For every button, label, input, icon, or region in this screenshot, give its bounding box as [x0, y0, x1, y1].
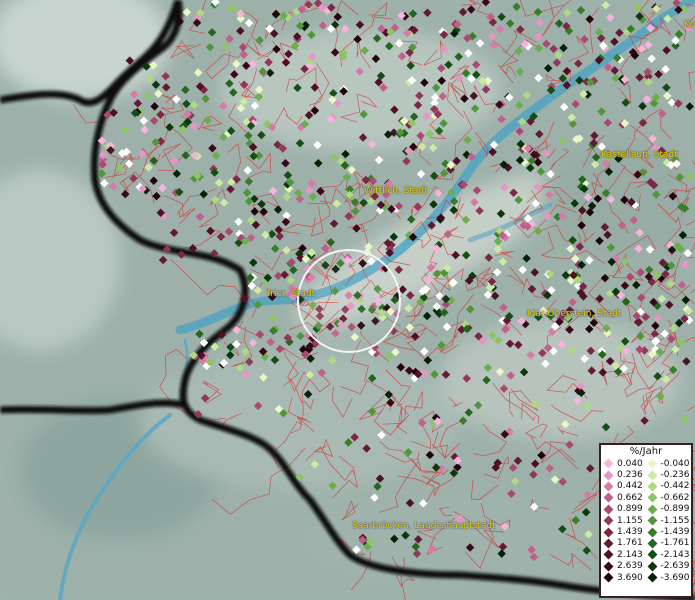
legend-label: -3.690	[660, 572, 690, 583]
legend-row: 3.690	[603, 572, 648, 583]
legend-label: -0.442	[660, 481, 690, 492]
legend-row: -0.040	[647, 458, 692, 469]
legend-label: 2.639	[617, 561, 643, 572]
legend-row: 1.155	[603, 515, 648, 526]
legend-row: -1.761	[647, 538, 692, 549]
legend-swatch	[647, 504, 657, 515]
legend-swatch	[647, 527, 657, 537]
map-view[interactable]: Wittlich, Stadt Trier, Stadt Idar-Oberst…	[0, 0, 695, 600]
legend-row: 0.442	[603, 481, 648, 492]
legend-row: -0.236	[647, 469, 692, 481]
legend-row: 0.236	[603, 469, 648, 481]
legend-swatch	[647, 470, 657, 481]
legend-row: -2.639	[647, 561, 692, 572]
legend-row: 2.143	[603, 549, 648, 560]
legend-swatch	[647, 515, 657, 526]
legend-swatch	[603, 458, 614, 469]
legend-label: -2.639	[660, 561, 690, 572]
legend-row: 1.439	[603, 526, 648, 538]
legend-label: 1.155	[617, 515, 643, 526]
legend-label: 0.236	[617, 470, 643, 481]
legend-label: -2.143	[660, 549, 690, 560]
legend-label: -1.155	[660, 515, 690, 526]
city-label-koblenz: Ko	[684, 20, 695, 30]
legend-row: 0.040	[603, 458, 648, 469]
legend-swatch	[603, 515, 614, 526]
city-label-saarbruecken: Saarbrücken, Landeshauptstadt	[352, 521, 496, 531]
legend-label: -0.899	[660, 504, 690, 515]
legend-swatch	[603, 549, 614, 560]
city-label-kastellaun: Kastellaun, Stadt	[601, 150, 678, 160]
legend-swatch	[647, 538, 657, 549]
legend-row: -2.143	[647, 549, 692, 560]
legend-row: 2.639	[603, 561, 648, 572]
legend-swatch	[647, 572, 657, 583]
selection-circle[interactable]	[297, 249, 401, 353]
legend-positive-column: 0.040 0.236 0.442 0.662 0.899 1.155 1.439 1.761…	[603, 458, 648, 583]
legend-row: -0.442	[647, 481, 692, 492]
legend-swatch	[647, 561, 657, 572]
legend-swatch	[647, 549, 657, 560]
legend-label: -1.439	[660, 527, 690, 538]
legend-row: -0.662	[647, 492, 692, 503]
legend-title: %/Jahr	[629, 446, 663, 457]
city-label-idar-oberstein: Idar-Oberstein, Stadt	[527, 309, 622, 319]
legend-label: 1.439	[617, 527, 643, 538]
legend-label: 2.143	[617, 549, 643, 560]
legend-swatch	[647, 492, 657, 503]
legend-row: 0.899	[603, 504, 648, 515]
legend-label: -1.761	[660, 538, 690, 549]
legend-row: -1.155	[647, 515, 692, 526]
legend-label: 0.040	[617, 458, 643, 469]
legend-swatch	[647, 481, 657, 492]
map-base-layer	[0, 0, 695, 600]
legend-swatch	[603, 504, 614, 515]
legend-label: 0.442	[617, 481, 643, 492]
legend-swatch	[603, 492, 614, 503]
legend-swatch	[603, 538, 614, 549]
legend-row: 1.761	[603, 538, 648, 549]
legend-label: 0.662	[617, 492, 643, 503]
legend-row: -1.439	[647, 526, 692, 538]
legend-row: 0.662	[603, 492, 648, 503]
legend-swatch	[603, 470, 614, 481]
legend-swatch	[603, 572, 614, 583]
legend-swatch	[603, 561, 614, 572]
legend-negative-column: -0.040 -0.236 -0.442 -0.662 -0.899 -1.155 -1.4…	[647, 458, 692, 583]
legend-label: 3.690	[617, 572, 643, 583]
legend-row: -0.899	[647, 504, 692, 515]
legend-row: -3.690	[647, 572, 692, 583]
legend-label: -0.662	[660, 492, 690, 503]
legend-label: 1.761	[617, 538, 643, 549]
legend-swatch	[647, 458, 657, 469]
city-label-wittlich: Wittlich, Stadt	[364, 186, 428, 196]
legend-label: -0.236	[660, 470, 690, 481]
legend-label: 0.899	[617, 504, 643, 515]
legend: %/Jahr 0.040 0.236 0.442 0.662 0.899 1.155 1.4…	[599, 443, 693, 598]
legend-swatch	[603, 527, 614, 537]
legend-swatch	[603, 481, 614, 492]
city-label-trier: Trier, Stadt	[266, 289, 316, 299]
legend-label: -0.040	[660, 458, 690, 469]
